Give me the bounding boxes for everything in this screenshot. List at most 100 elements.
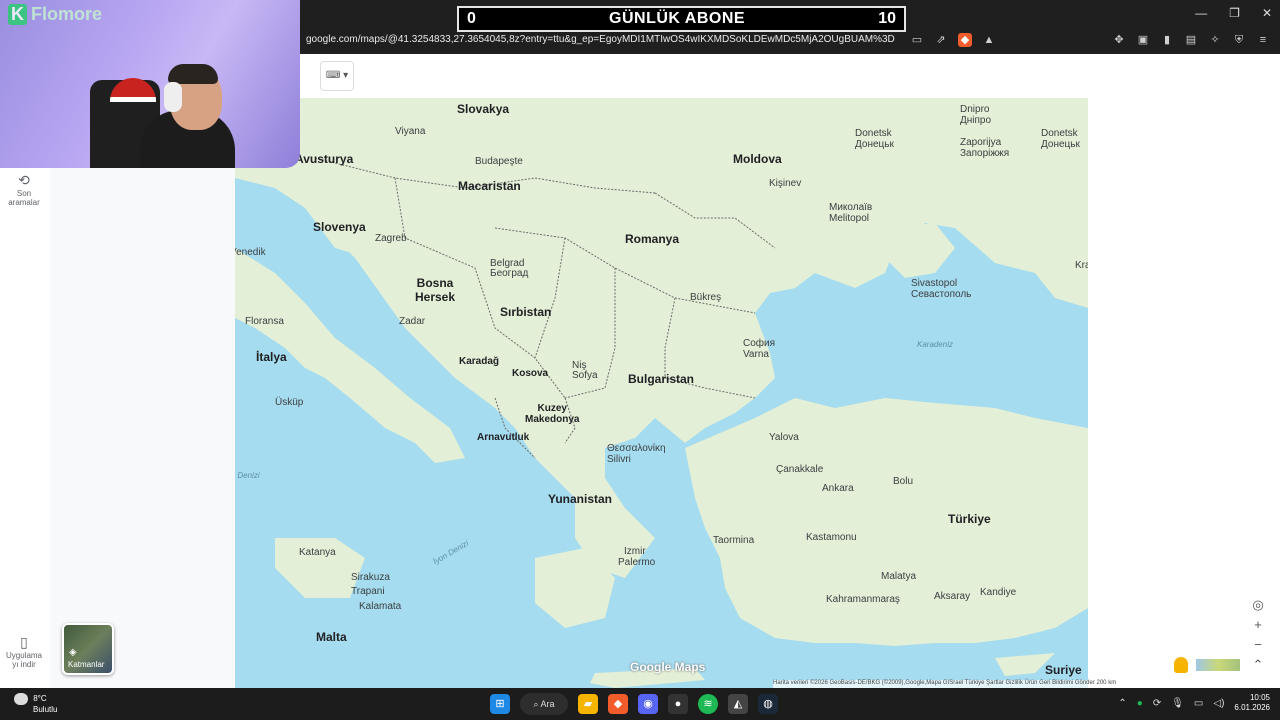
layers-icon: ◈ [69, 647, 77, 658]
label-country: Slovakya [457, 102, 510, 116]
taskbar-search[interactable]: ⌕ Ara [520, 693, 568, 715]
expand-icon[interactable]: ⌃ [1248, 656, 1268, 674]
weather-widget[interactable]: 8°C Bulutlu [14, 693, 57, 714]
label-city: Dnipro [960, 104, 990, 115]
label-city: Београд [490, 268, 529, 279]
system-tray: ⌃ ● ⟳ 🎙 ▭ ◁) 10:05 6.01.2026 [1118, 693, 1270, 713]
label-sea: Karadeniz [917, 340, 954, 349]
label-city: Viyana [395, 126, 426, 137]
rewards-icon[interactable]: ▲ [982, 33, 996, 47]
leo-icon[interactable]: ✧ [1208, 33, 1222, 47]
vpn-icon[interactable]: ⛨ [1232, 33, 1246, 47]
share-icon[interactable]: ⇗ [934, 33, 948, 47]
address-actions: ▭ ⇗ ◆ ▲ [910, 33, 996, 47]
google-maps-logo: Google Maps [630, 660, 706, 674]
map-canvas[interactable]: Slovakya Avusturya Macaristan Moldova Ro… [235, 98, 1088, 688]
spotify-icon[interactable]: ≋ [698, 694, 718, 714]
counter-label: GÜNLÜK ABONE [609, 10, 746, 27]
counter-right: 10 [878, 10, 896, 27]
label-country: Kuzey Makedonya [525, 403, 580, 425]
tab-icon[interactable]: ▣ [1136, 33, 1150, 47]
layers-button[interactable]: ◈ Katmanlar [62, 623, 114, 675]
label-city: Donetsk [855, 128, 892, 139]
taskbar: 8°C Bulutlu ⊞ ⌕ Ara ▰ ◆ ◉ ● ≋ ◭ ◍ ⌃ ● ⟳ … [0, 688, 1280, 720]
minimize-icon[interactable]: — [1195, 6, 1207, 20]
input-tools-button[interactable]: ⌨ ▾ [320, 61, 354, 91]
pegman-icon[interactable] [1174, 657, 1188, 673]
clock-date: 6.01.2026 [1234, 703, 1270, 712]
recent-searches[interactable]: ⟲ Son aramalar [4, 172, 44, 207]
label-city: Taormina [713, 535, 755, 546]
mic-icon[interactable]: 🎙 [1171, 698, 1184, 709]
label-city: Silivri [607, 454, 631, 465]
extensions-icon[interactable]: ✥ [1112, 33, 1126, 47]
clock-time: 10:05 [1249, 693, 1270, 702]
label-city: Kastamonu [806, 532, 857, 543]
label-country: Macaristan [458, 179, 521, 193]
label-country: Yunanistan [548, 492, 613, 506]
label-city: Zagreb [375, 233, 407, 244]
label-city: Запоріжжя [960, 148, 1010, 159]
label-city: Sivastopol [911, 278, 958, 289]
label-city: Katanya [299, 547, 336, 558]
cast-icon[interactable]: ▭ [910, 33, 924, 47]
label-city: Донецьк [1041, 139, 1080, 150]
label-country: Suriye [1045, 663, 1082, 677]
url-input[interactable]: google.com/maps/@41.3254833,27.3654045,8… [306, 34, 895, 45]
label-country: Slovenya [313, 220, 366, 234]
weather-temp: 8°C [33, 694, 47, 704]
label-city: Zadar [399, 316, 426, 327]
streamer-hair [168, 64, 218, 84]
start-icon[interactable]: ⊞ [490, 694, 510, 714]
zoom-out-button[interactable]: − [1248, 636, 1268, 654]
close-icon[interactable]: ✕ [1262, 6, 1272, 20]
file-explorer-icon[interactable]: ▰ [578, 694, 598, 714]
label-city: Floransa [245, 316, 284, 327]
label-country: İtalya [256, 350, 287, 364]
label-country: Avusturya [295, 152, 354, 166]
my-location-icon[interactable]: ◎ [1248, 596, 1268, 614]
menu-icon[interactable]: ≡ [1256, 33, 1270, 47]
toolbar-icons: ✥ ▣ ▮ ▤ ✧ ⛨ ≡ [1112, 33, 1270, 47]
label-city: София [743, 338, 776, 349]
tray-overflow-icon[interactable]: ⌃ [1118, 698, 1126, 709]
imagery-thumbnails[interactable] [1196, 659, 1240, 671]
steam-icon[interactable]: ◍ [758, 694, 778, 714]
zoom-in-button[interactable]: + [1248, 616, 1268, 634]
layers-label: Katmanlar [68, 660, 105, 669]
label-city: Aksaray [934, 591, 971, 602]
download-app[interactable]: ▯ Uygulama yı indir [4, 634, 44, 669]
webcam-overlay: K Flomore [0, 0, 300, 168]
github-icon[interactable]: ● [668, 694, 688, 714]
label-city: Севастополь [911, 289, 972, 300]
label-city: Trapani [351, 586, 385, 597]
label-country: Karadağ [459, 356, 500, 367]
download-label: Uygulama yı indir [5, 651, 42, 669]
map-attribution: Harita verileri ©2026 GeoBasis-DE/BKG (©… [773, 680, 1280, 688]
sidebar-icon[interactable]: ▮ [1160, 33, 1174, 47]
update-icon[interactable]: ⟳ [1153, 698, 1161, 709]
label-country: Bulgaristan [628, 372, 695, 386]
label-country: Moldova [733, 152, 782, 166]
label-country: Bosna Hersek [415, 276, 456, 304]
wallet-icon[interactable]: ▤ [1184, 33, 1198, 47]
clock[interactable]: 10:05 6.01.2026 [1234, 693, 1270, 713]
label-city: Kandiye [980, 587, 1017, 598]
discord-icon[interactable]: ◉ [638, 694, 658, 714]
display-icon[interactable]: ▭ [1194, 698, 1203, 709]
history-icon: ⟲ [18, 172, 30, 188]
taskbar-apps: ⊞ ⌕ Ara ▰ ◆ ◉ ● ≋ ◭ ◍ [490, 693, 778, 715]
app-icon[interactable]: ◭ [728, 694, 748, 714]
weather-text: Bulutlu [33, 705, 58, 714]
subscriber-counter: 0 GÜNLÜK ABONE 10 [457, 6, 906, 32]
brave-shield-icon[interactable]: ◆ [958, 33, 972, 47]
search-label: Ara [540, 699, 555, 709]
address-bar: google.com/maps/@41.3254833,27.3654045,8… [300, 30, 1280, 52]
label-city: Sofya [572, 370, 598, 381]
brand-name: Flomore [31, 4, 103, 24]
brave-icon[interactable]: ◆ [608, 694, 628, 714]
window-controls: — ❐ ✕ [1195, 6, 1272, 20]
status-dot-icon[interactable]: ● [1137, 698, 1143, 709]
volume-icon[interactable]: ◁) [1213, 698, 1224, 709]
restore-icon[interactable]: ❐ [1229, 6, 1240, 20]
